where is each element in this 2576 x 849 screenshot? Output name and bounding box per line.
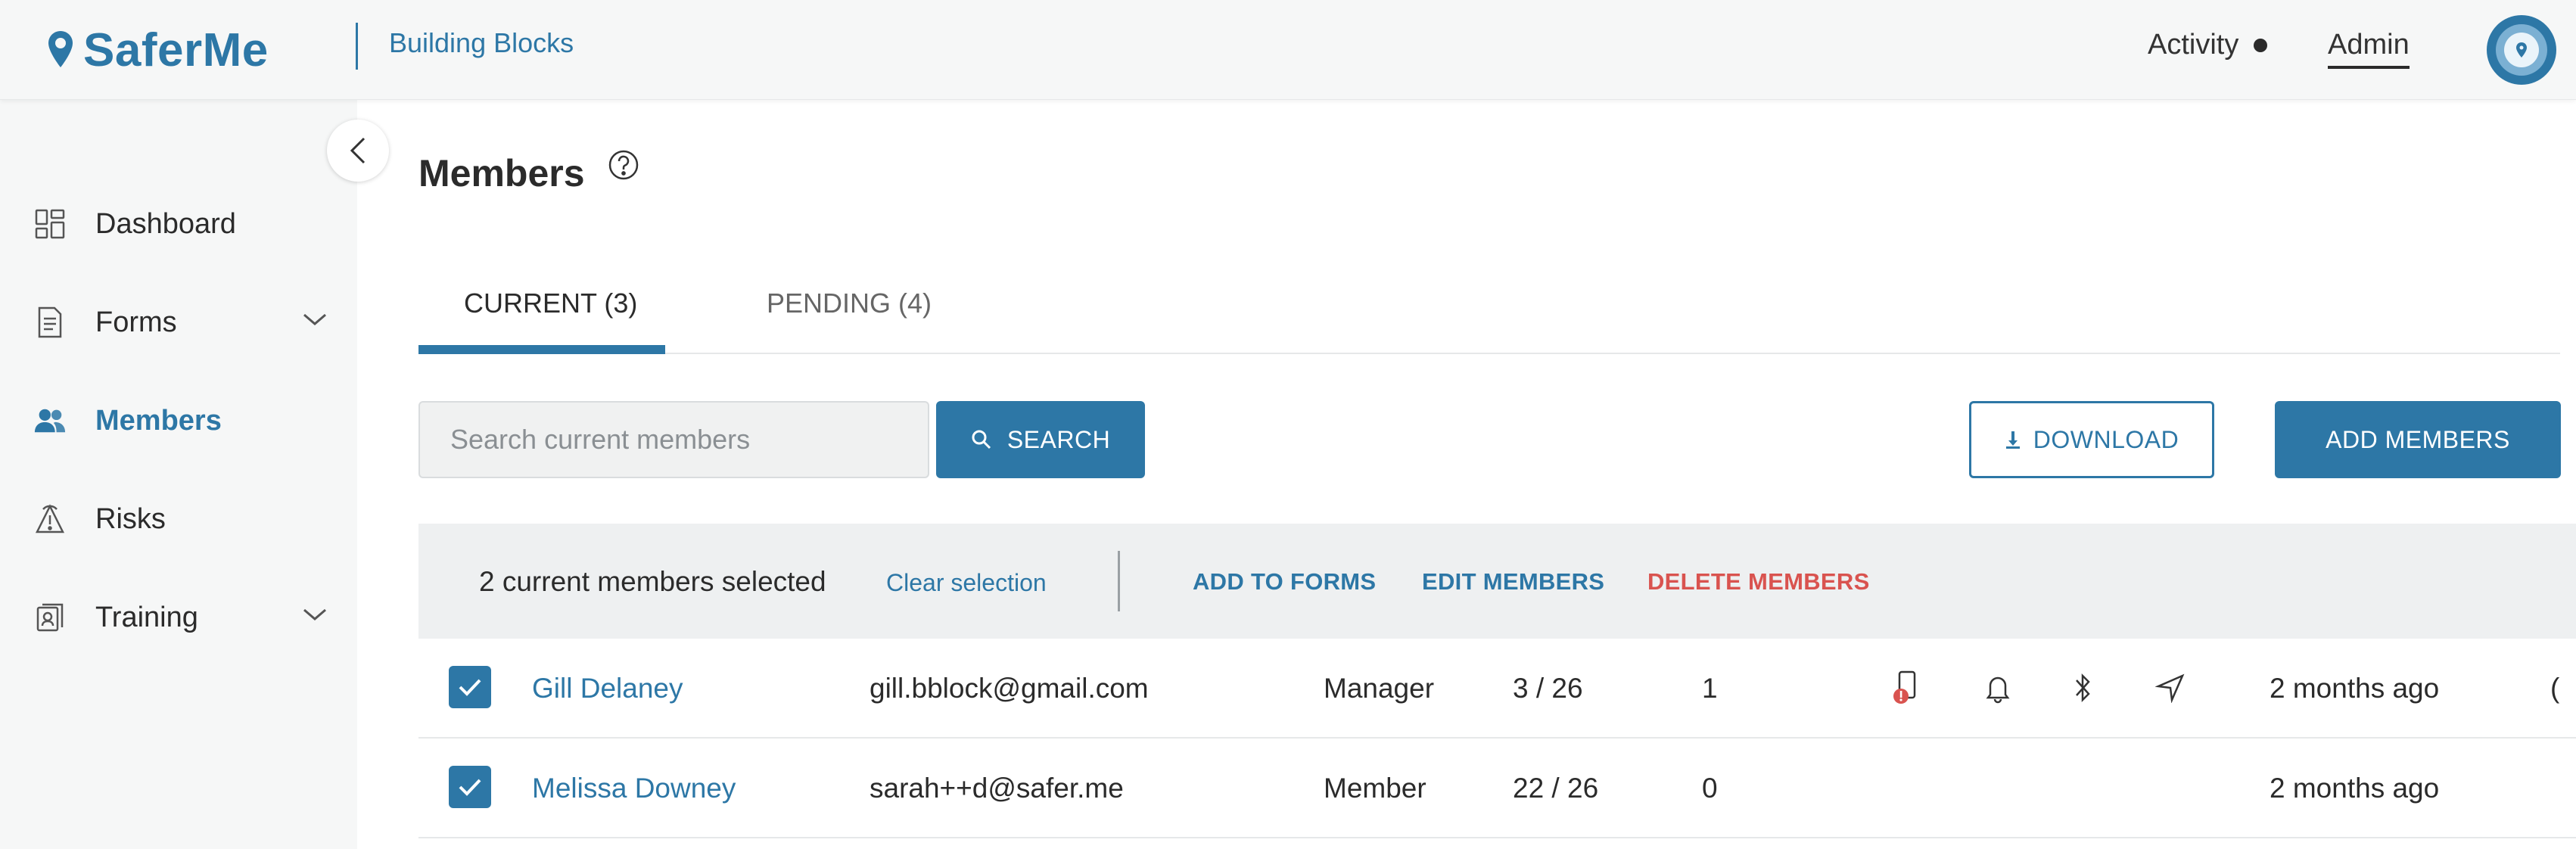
sidebar-item-label: Dashboard (95, 207, 236, 240)
download-button-label: DOWNLOAD (2033, 425, 2179, 453)
sidebar-item-risks[interactable]: Risks (33, 496, 328, 542)
dashboard-icon (33, 207, 67, 241)
sidebar-item-training[interactable]: Training (33, 595, 328, 640)
sidebar-item-label: Forms (95, 306, 177, 338)
logo[interactable]: SaferMe (47, 21, 269, 79)
member-name[interactable]: Gill Delaney (532, 639, 683, 739)
row-checkbox[interactable] (449, 766, 491, 808)
member-role: Member (1324, 773, 1426, 804)
sidebar-item-members[interactable]: Members (33, 398, 328, 443)
help-icon[interactable] (607, 148, 640, 182)
sidebar-item-forms[interactable]: Forms (33, 300, 328, 345)
tab-pending[interactable]: PENDING (4) (767, 288, 932, 319)
risks-icon (33, 502, 67, 536)
selection-divider (1118, 551, 1120, 611)
search-button-label: SEARCH (1006, 425, 1111, 453)
device-warning-icon (1888, 669, 1926, 707)
member-tabs: CURRENT (3) PENDING (4) (418, 272, 2560, 354)
avatar[interactable] (2487, 15, 2556, 85)
member-overflow-text: ( (2550, 673, 2560, 704)
search-icon (972, 430, 991, 449)
top-bar: SaferMe Building Blocks Activity Admin (0, 0, 2576, 100)
clear-selection-link[interactable]: Clear selection (886, 569, 1047, 597)
sidebar-item-label: Training (95, 601, 198, 633)
download-icon (2005, 431, 2020, 449)
tab-current[interactable]: CURRENT (3) (464, 288, 637, 319)
location-pin-icon (2516, 42, 2527, 58)
download-button[interactable]: DOWNLOAD (1969, 401, 2214, 478)
edit-members-button[interactable]: EDIT MEMBERS (1422, 568, 1604, 596)
member-email: sarah++d@safer.me (870, 773, 1124, 804)
member-last-active: 2 months ago (2270, 773, 2440, 804)
selection-bar: 2 current members selected Clear selecti… (418, 524, 2576, 639)
members-icon (33, 404, 67, 437)
sidebar: Dashboard Forms Members Risks Training (0, 100, 357, 849)
bluetooth-icon (2064, 669, 2102, 707)
forms-icon (33, 306, 67, 339)
activity-indicator-dot (2254, 38, 2268, 52)
logo-text: SaferMe (83, 23, 269, 76)
active-tab-indicator (418, 345, 665, 354)
chevron-down-icon[interactable] (301, 605, 328, 624)
chevron-left-icon (350, 137, 366, 164)
table-row[interactable]: Melissa Downey sarah++d@safer.me Member … (418, 739, 2576, 838)
bell-icon (1979, 669, 2017, 707)
sidebar-item-dashboard[interactable]: Dashboard (33, 201, 328, 247)
checkmark-icon (459, 679, 481, 696)
location-pin-icon (48, 31, 73, 67)
organization-name[interactable]: Building Blocks (389, 27, 574, 59)
location-arrow-icon (2151, 669, 2189, 707)
member-name[interactable]: Melissa Downey (532, 739, 736, 838)
member-email: gill.bblock@gmail.com (870, 673, 1149, 704)
admin-link[interactable]: Admin (2328, 29, 2410, 69)
selection-count: 2 current members selected (479, 566, 826, 597)
sidebar-item-label: Risks (95, 502, 166, 535)
add-members-button[interactable]: ADD MEMBERS (2275, 401, 2561, 478)
activity-link[interactable]: Activity (2148, 29, 2268, 61)
add-to-forms-button[interactable]: ADD TO FORMS (1193, 568, 1376, 596)
delete-members-button[interactable]: DELETE MEMBERS (1647, 568, 1870, 596)
chevron-down-icon[interactable] (301, 310, 328, 328)
member-forms-completed: 3 / 26 (1513, 673, 1583, 704)
member-last-active: 2 months ago (2270, 673, 2440, 704)
search-button[interactable]: SEARCH (936, 401, 1145, 478)
member-count: 0 (1702, 773, 1718, 804)
search-input[interactable] (418, 401, 929, 478)
member-role: Manager (1324, 673, 1435, 704)
member-count: 1 (1702, 673, 1718, 704)
training-icon (33, 601, 67, 634)
collapse-sidebar-button[interactable] (327, 120, 389, 182)
row-checkbox[interactable] (449, 666, 491, 708)
logo-divider (356, 23, 358, 70)
member-forms-completed: 22 / 26 (1513, 773, 1599, 804)
activity-label: Activity (2148, 29, 2239, 61)
table-row[interactable]: Gill Delaney gill.bblock@gmail.com Manag… (418, 639, 2576, 739)
sidebar-item-label: Members (95, 404, 222, 437)
checkmark-icon (459, 779, 481, 796)
page-title: Members (418, 152, 585, 194)
